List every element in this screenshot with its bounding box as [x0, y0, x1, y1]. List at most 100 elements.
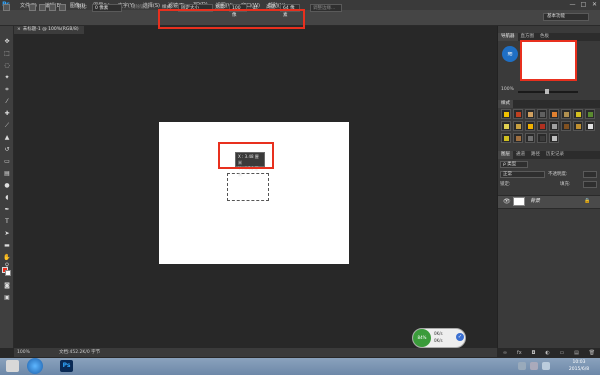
visibility-eye-icon[interactable]: 👁	[503, 198, 511, 205]
navigator-zoom-knob[interactable]	[545, 89, 549, 94]
layer-mask-icon[interactable]: ◘	[532, 350, 536, 356]
shape-tool-icon[interactable]: ▬	[3, 242, 11, 250]
layer-name[interactable]: 背景	[530, 197, 540, 206]
antialias-checkbox[interactable]: 消除锯齿	[131, 5, 149, 11]
eraser-icon[interactable]: ▭	[3, 158, 11, 166]
tab-styles[interactable]: 样式	[498, 100, 513, 108]
net-widget-icon[interactable]: ✓	[456, 333, 464, 341]
style-swatch[interactable]	[549, 121, 559, 131]
move-tool-icon[interactable]: ✥	[3, 38, 11, 46]
navigator-zoom-value[interactable]: 100%	[501, 87, 514, 92]
brush-tool-icon[interactable]: ⟋	[3, 122, 11, 130]
download-speed: 0K/s	[434, 338, 443, 343]
volume-icon[interactable]	[542, 362, 550, 370]
fill-input[interactable]	[583, 181, 597, 188]
crop-tool-icon[interactable]: ⌗	[3, 86, 11, 94]
magic-wand-icon[interactable]: ✦	[3, 74, 11, 82]
style-swatch[interactable]	[513, 133, 523, 143]
pen-tool-icon[interactable]: ✒	[3, 206, 11, 214]
layers-tabs: 图层 通道 路径 历史记录	[498, 151, 600, 159]
document-tab[interactable]: × 未标题-1 @ 100%(RGB/8)	[14, 26, 84, 34]
tooltip-highlight-box	[218, 142, 274, 169]
restore-button[interactable]: □	[578, 0, 589, 10]
tool-preset-icon[interactable]	[3, 4, 10, 11]
link-layers-icon[interactable]: ∞	[503, 350, 507, 356]
navigator-thumbnail[interactable]	[520, 40, 577, 81]
eyedropper-icon[interactable]: ⁄	[3, 98, 11, 106]
style-swatch[interactable]	[525, 121, 535, 131]
opacity-input[interactable]	[583, 171, 597, 178]
new-group-icon[interactable]: ▭	[560, 350, 565, 356]
close-tab-icon[interactable]: ×	[17, 27, 21, 32]
style-swatch[interactable]	[549, 133, 559, 143]
status-zoom[interactable]: 100%	[17, 348, 30, 357]
style-swatch[interactable]	[549, 109, 559, 119]
subtract-selection-icon[interactable]	[49, 4, 56, 11]
style-swatch[interactable]	[501, 109, 511, 119]
tab-navigator[interactable]: 导航器	[498, 33, 518, 41]
clock-time: 10:03	[572, 360, 586, 365]
style-swatch[interactable]	[537, 121, 547, 131]
photoshop-taskbar-icon[interactable]: Ps	[60, 360, 73, 372]
delete-layer-icon[interactable]: 🗑	[589, 350, 595, 356]
quick-mask-icon[interactable]: ◙	[3, 282, 11, 290]
blur-tool-icon[interactable]: ●	[3, 182, 11, 190]
style-swatch[interactable]	[573, 109, 583, 119]
start-button[interactable]	[27, 358, 43, 374]
style-swatch[interactable]	[585, 121, 595, 131]
style-swatch[interactable]	[525, 109, 535, 119]
new-selection-icon[interactable]	[29, 4, 36, 11]
blend-mode-select[interactable]: 正常	[500, 171, 545, 178]
minimize-button[interactable]: —	[567, 0, 578, 10]
taskbar-clock[interactable]: 10:03 2015/6/8	[560, 359, 598, 373]
intersect-selection-icon[interactable]	[59, 4, 66, 11]
path-selection-icon[interactable]: ➤	[3, 230, 11, 238]
style-swatch[interactable]	[561, 109, 571, 119]
style-swatch[interactable]	[585, 109, 595, 119]
feather-input[interactable]: 0 像素	[92, 4, 122, 12]
style-swatch[interactable]	[501, 133, 511, 143]
tray-icon[interactable]	[518, 362, 526, 370]
type-tool-icon[interactable]: T	[3, 218, 11, 226]
lasso-tool-icon[interactable]: ◌	[3, 62, 11, 70]
clone-stamp-icon[interactable]: ▲	[3, 134, 11, 142]
layers-panel	[498, 150, 600, 348]
show-desktop-icon[interactable]	[6, 360, 19, 372]
style-swatch[interactable]	[513, 121, 523, 131]
net-speed-text: 0K/s 0K/s	[434, 330, 443, 344]
opacity-label: 不透明度:	[548, 172, 568, 177]
style-swatch[interactable]	[525, 133, 535, 143]
tab-paths[interactable]: 路径	[528, 151, 543, 159]
tab-channels[interactable]: 通道	[513, 151, 528, 159]
adjustment-layer-icon[interactable]: ◐	[545, 350, 549, 356]
tab-history[interactable]: 历史记录	[543, 151, 567, 159]
gradient-tool-icon[interactable]: ▤	[3, 170, 11, 178]
style-swatch[interactable]	[537, 109, 547, 119]
refine-edge-button[interactable]: 调整边缘...	[310, 4, 342, 12]
style-swatch[interactable]	[513, 109, 523, 119]
feather-label: 羽化:	[77, 5, 88, 10]
net-usage-circle: 84%	[413, 329, 431, 347]
layer-kind-filter[interactable]: ρ 类型	[500, 161, 528, 168]
style-swatch[interactable]	[573, 121, 583, 131]
style-swatch[interactable]	[561, 121, 571, 131]
add-selection-icon[interactable]	[39, 4, 46, 11]
layers-footer: ∞ fx ◘ ◐ ▭ ▤ 🗑	[498, 349, 600, 357]
style-swatch[interactable]	[501, 121, 511, 131]
history-brush-icon[interactable]: ↺	[3, 146, 11, 154]
screen-mode-icon[interactable]: ▣	[3, 294, 11, 302]
dodge-tool-icon[interactable]: ◖	[3, 194, 11, 202]
style-swatch[interactable]	[537, 133, 547, 143]
tab-layers[interactable]: 图层	[498, 151, 513, 159]
status-doc-size: 文档:452.2K/0 字节	[59, 350, 101, 355]
hand-tool-icon[interactable]: ✋	[3, 254, 11, 262]
tray-icon[interactable]	[530, 362, 538, 370]
background-color-swatch[interactable]	[5, 270, 11, 276]
close-button[interactable]: ✕	[589, 0, 600, 10]
healing-brush-icon[interactable]: ✚	[3, 110, 11, 118]
wifi-icon[interactable]: ≋	[502, 46, 518, 62]
layer-style-icon[interactable]: fx	[517, 350, 522, 356]
new-layer-icon[interactable]: ▤	[574, 350, 579, 356]
workspace-select[interactable]: 基本功能	[543, 13, 589, 21]
marquee-tool-icon[interactable]: ⬚	[3, 50, 11, 58]
